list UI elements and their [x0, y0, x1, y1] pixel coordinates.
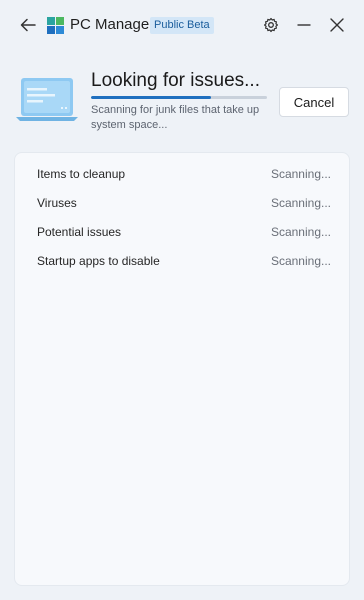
result-label: Startup apps to disable — [37, 253, 160, 268]
result-label: Items to cleanup — [37, 166, 126, 181]
close-icon — [330, 18, 344, 32]
back-arrow-icon — [20, 18, 36, 32]
result-row-startup-apps[interactable]: Startup apps to disable Scanning... — [15, 246, 351, 275]
close-button[interactable] — [327, 15, 347, 35]
result-status: Scanning... — [270, 166, 331, 181]
result-row-viruses[interactable]: Viruses Scanning... — [15, 188, 351, 217]
public-beta-badge: Public Beta — [150, 17, 214, 34]
result-label: Viruses — [37, 195, 77, 210]
title-bar: PC Manager Public Beta — [0, 0, 364, 50]
scan-progress-fill — [91, 96, 211, 99]
gear-icon — [264, 17, 278, 33]
result-row-items-to-cleanup[interactable]: Items to cleanup Scanning... — [15, 159, 351, 188]
settings-button[interactable] — [261, 15, 281, 35]
minimize-button[interactable] — [294, 15, 314, 35]
scan-status-subtitle: Scanning for junk files that take up sys… — [91, 104, 260, 131]
result-label: Potential issues — [37, 224, 122, 239]
cancel-button[interactable]: Cancel — [279, 87, 349, 117]
scan-status-title: Looking for issues... — [91, 70, 260, 91]
laptop-illustration-icon — [16, 78, 78, 121]
scan-progress-bar — [91, 96, 267, 99]
app-title: PC Manager — [70, 16, 155, 33]
scan-results-panel: Items to cleanup Scanning... Viruses Sca… — [14, 152, 350, 586]
pc-manager-logo-icon — [47, 17, 64, 34]
result-status: Scanning... — [270, 195, 331, 210]
result-row-potential-issues[interactable]: Potential issues Scanning... — [15, 217, 351, 246]
result-status: Scanning... — [270, 224, 331, 239]
minimize-icon — [297, 24, 311, 26]
back-button[interactable] — [18, 15, 38, 35]
result-status: Scanning... — [270, 253, 331, 268]
